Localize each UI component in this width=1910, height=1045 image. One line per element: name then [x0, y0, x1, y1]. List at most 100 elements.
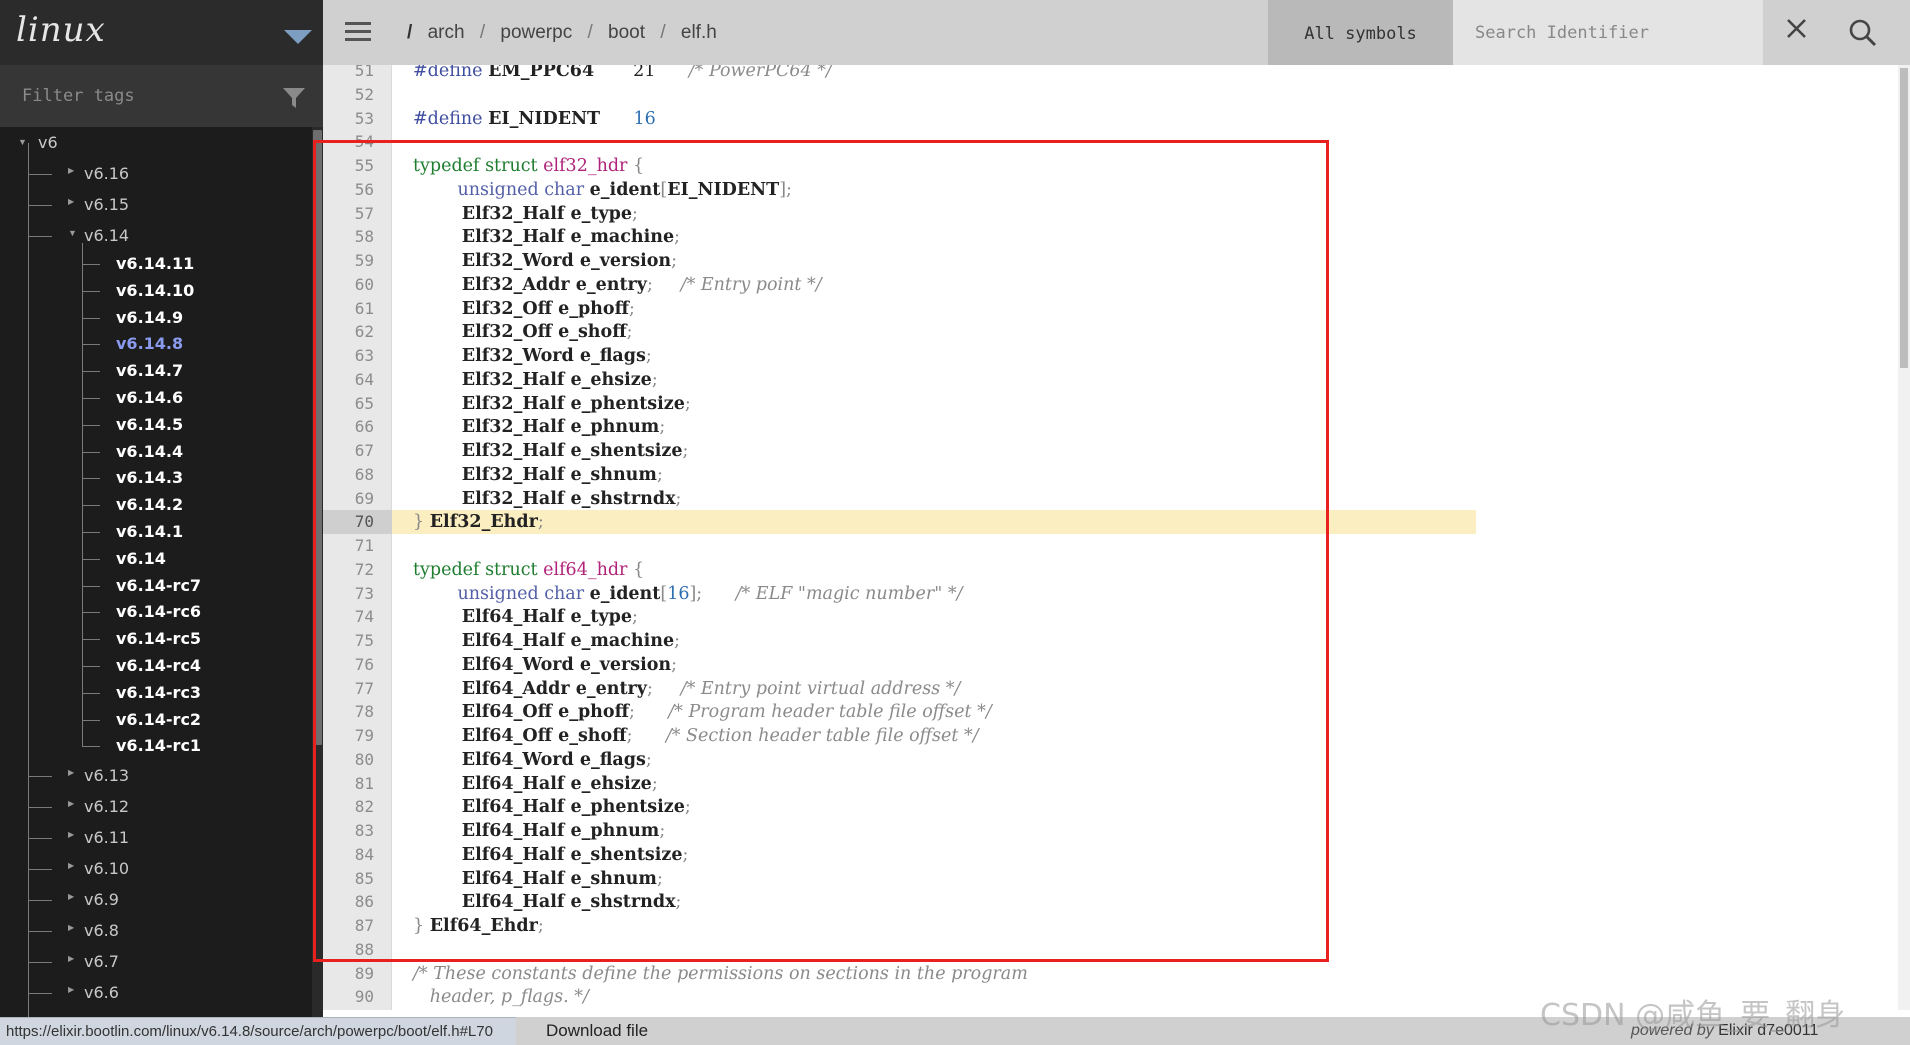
- code-token[interactable]: e_flags: [580, 750, 646, 770]
- tree-item-v6-12[interactable]: ▶ v6.12: [0, 791, 312, 822]
- code-token[interactable]: e_phentsize: [571, 394, 685, 414]
- tree-item-v6-9[interactable]: ▶ v6.9: [0, 884, 312, 915]
- code-token[interactable]: Elf64_Half: [413, 821, 571, 841]
- expand-triangle-icon[interactable]: ▶: [68, 799, 74, 808]
- code-token[interactable]: e_version: [580, 655, 671, 675]
- code-token[interactable]: e_phnum: [571, 821, 660, 841]
- tree-item-v6-14-rc7[interactable]: v6.14-rc7: [0, 573, 312, 600]
- all-symbols-button[interactable]: All symbols: [1268, 0, 1453, 65]
- code-token[interactable]: Elf32_Off: [413, 322, 558, 342]
- line-number[interactable]: 68: [323, 463, 392, 487]
- code-token[interactable]: e_ehsize: [571, 774, 652, 794]
- breadcrumb-root[interactable]: /: [407, 22, 412, 43]
- tree-item-v6-10[interactable]: ▶ v6.10: [0, 853, 312, 884]
- code-token[interactable]: e_type: [571, 607, 633, 627]
- code-token[interactable]: e_entry: [576, 275, 647, 295]
- code-token[interactable]: e_ehsize: [571, 370, 652, 390]
- clear-search-button[interactable]: [1763, 0, 1829, 65]
- expand-triangle-icon[interactable]: ▶: [68, 768, 74, 777]
- tree-item-v6-14-rc1[interactable]: v6.14-rc1: [0, 733, 312, 760]
- code-token[interactable]: EI_NIDENT: [667, 180, 779, 200]
- line-number[interactable]: 59: [323, 249, 392, 273]
- code-token[interactable]: Elf32_Word: [413, 251, 580, 271]
- code-token[interactable]: Elf32_Addr: [413, 275, 576, 295]
- tree-item-v6-14-rc2[interactable]: v6.14-rc2: [0, 707, 312, 734]
- line-number[interactable]: 86: [323, 890, 392, 914]
- code-token[interactable]: e_shnum: [571, 869, 657, 889]
- line-number[interactable]: 78: [323, 700, 392, 724]
- code-token[interactable]: e_ident: [590, 180, 661, 200]
- code-token[interactable]: Elf32_Half: [413, 204, 571, 224]
- breadcrumb-item-file[interactable]: elf.h: [681, 22, 717, 43]
- breadcrumb-item-boot[interactable]: boot: [608, 22, 645, 43]
- code-token[interactable]: Elf64_Ehdr: [430, 916, 538, 936]
- tree-item-v6-7[interactable]: ▶ v6.7: [0, 946, 312, 977]
- line-number[interactable]: 83: [323, 819, 392, 843]
- code-token[interactable]: Elf64_Word: [413, 655, 580, 675]
- line-number[interactable]: 71: [323, 534, 392, 558]
- code-token[interactable]: e_version: [580, 251, 671, 271]
- code-token[interactable]: Elf64_Half: [413, 774, 571, 794]
- code-token[interactable]: Elf32_Word: [413, 346, 580, 366]
- line-number[interactable]: 75: [323, 629, 392, 653]
- tree-item-v6-14-1[interactable]: v6.14.1: [0, 519, 312, 546]
- expand-triangle-icon[interactable]: ▶: [68, 830, 74, 839]
- tree-item-v6-14-7[interactable]: v6.14.7: [0, 358, 312, 385]
- line-number[interactable]: 66: [323, 415, 392, 439]
- line-number[interactable]: 69: [323, 487, 392, 511]
- code-token[interactable]: Elf64_Off: [413, 702, 558, 722]
- line-number[interactable]: 74: [323, 605, 392, 629]
- code-scrollbar-thumb[interactable]: [1900, 68, 1908, 368]
- tree-item-v6-11[interactable]: ▶ v6.11: [0, 822, 312, 853]
- project-dropdown-icon[interactable]: [284, 30, 312, 44]
- line-number[interactable]: 73: [323, 582, 392, 606]
- code-token[interactable]: e_entry: [576, 679, 647, 699]
- tree-item-v6-6[interactable]: ▶ v6.6: [0, 977, 312, 1008]
- line-number[interactable]: 77: [323, 677, 392, 701]
- breadcrumb-item-arch[interactable]: arch: [428, 22, 465, 43]
- tree-item-v6-14-11[interactable]: v6.14.11: [0, 251, 312, 278]
- code-token[interactable]: EM_PPC64: [488, 65, 594, 81]
- code-token[interactable]: Elf32_Half: [413, 465, 571, 485]
- line-number[interactable]: 63: [323, 344, 392, 368]
- code-token[interactable]: Elf64_Off: [413, 726, 558, 746]
- hamburger-menu-icon[interactable]: [345, 22, 371, 42]
- search-button[interactable]: [1829, 0, 1899, 65]
- code-token[interactable]: EI_NIDENT: [488, 109, 600, 129]
- line-number[interactable]: 60: [323, 273, 392, 297]
- breadcrumb-item-powerpc[interactable]: powerpc: [500, 22, 572, 43]
- code-token[interactable]: e_flags: [580, 346, 646, 366]
- line-number[interactable]: 62: [323, 320, 392, 344]
- powered-by-name[interactable]: Elixir d7e0011: [1718, 1022, 1818, 1039]
- collapse-triangle-icon[interactable]: ▼: [68, 228, 77, 238]
- line-number[interactable]: 57: [323, 202, 392, 226]
- tree-item-v6-8[interactable]: ▶ v6.8: [0, 915, 312, 946]
- line-number[interactable]: 72: [323, 558, 392, 582]
- expand-triangle-icon[interactable]: ▶: [68, 923, 74, 932]
- tree-item-v6-14-9[interactable]: v6.14.9: [0, 305, 312, 332]
- code-token[interactable]: e_shoff: [558, 726, 627, 746]
- code-token[interactable]: elf32_hdr: [543, 156, 627, 176]
- tree-item-v6-14-5[interactable]: v6.14.5: [0, 412, 312, 439]
- code-token[interactable]: e_shnum: [571, 465, 657, 485]
- tree-item-v6-14-rc6[interactable]: v6.14-rc6: [0, 599, 312, 626]
- expand-triangle-icon[interactable]: ▶: [68, 954, 74, 963]
- expand-triangle-icon[interactable]: ▶: [68, 892, 74, 901]
- tree-item-v6-14-10[interactable]: v6.14.10: [0, 278, 312, 305]
- code-token[interactable]: e_machine: [571, 227, 675, 247]
- code-token[interactable]: Elf64_Half: [413, 797, 571, 817]
- tree-item-v6[interactable]: ▼ v6: [0, 127, 312, 158]
- line-number[interactable]: 55: [323, 154, 392, 178]
- filter-tags-input[interactable]: [0, 65, 270, 127]
- code-token[interactable]: e_shentsize: [571, 845, 683, 865]
- code-token[interactable]: Elf32_Half: [413, 441, 571, 461]
- line-number[interactable]: 90: [323, 985, 392, 1009]
- line-number[interactable]: 85: [323, 867, 392, 891]
- tree-item-v6-14-rc5[interactable]: v6.14-rc5: [0, 626, 312, 653]
- code-token[interactable]: e_ident: [590, 584, 661, 604]
- code-token[interactable]: Elf32_Ehdr: [430, 512, 538, 532]
- line-number[interactable]: 84: [323, 843, 392, 867]
- code-token[interactable]: e_type: [571, 204, 633, 224]
- code-token[interactable]: e_shentsize: [571, 441, 683, 461]
- code-token[interactable]: e_machine: [571, 631, 675, 651]
